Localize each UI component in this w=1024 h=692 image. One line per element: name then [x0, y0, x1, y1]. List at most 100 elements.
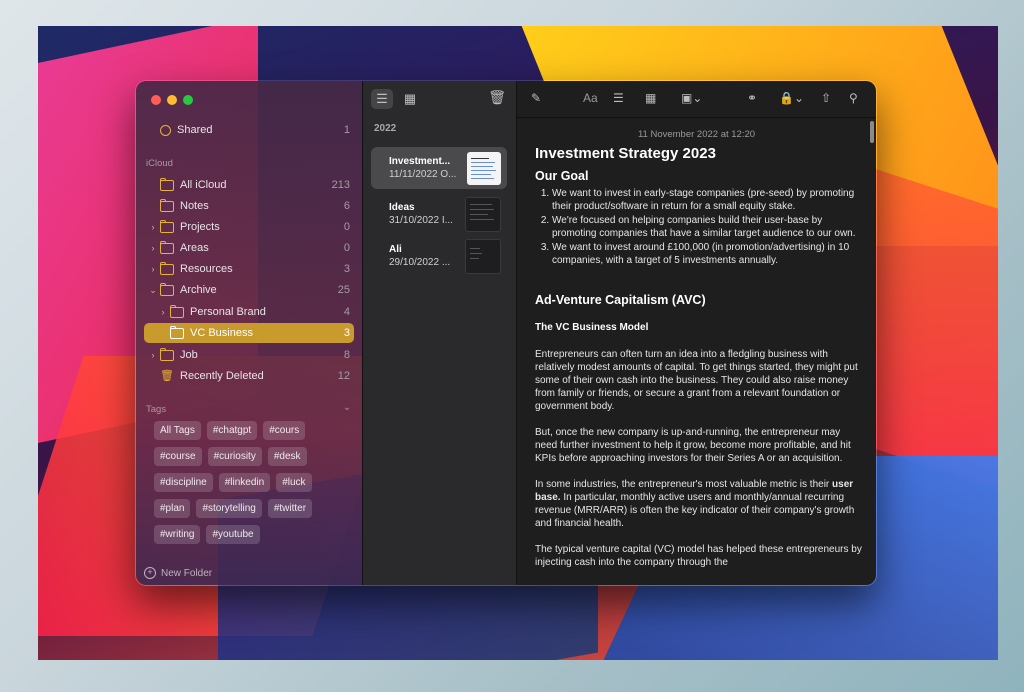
- note-meta: 29/10/2022 ...: [389, 257, 451, 268]
- sidebar-item-label: Notes: [180, 200, 209, 212]
- folder-icon: [170, 325, 184, 339]
- chevron-right-icon[interactable]: ›: [158, 307, 168, 317]
- note-title: Ideas: [389, 202, 415, 213]
- note-content[interactable]: Investment Strategy 2023 Our Goal We wan…: [535, 146, 862, 582]
- sidebar-item-count: 213: [331, 179, 350, 191]
- paragraph-text: In particular, monthly active users and …: [535, 492, 855, 529]
- chevron-right-icon[interactable]: ›: [148, 350, 158, 360]
- sidebar-item-label: All iCloud: [180, 179, 227, 191]
- tag-discipline[interactable]: #discipline: [154, 473, 213, 492]
- sidebar-item-areas[interactable]: › Areas 0: [144, 238, 354, 258]
- sidebar-item-count: 3: [343, 327, 350, 339]
- chevron-right-icon[interactable]: ›: [148, 264, 158, 274]
- tag-cours[interactable]: #cours: [263, 421, 306, 440]
- folder-icon: [160, 240, 174, 254]
- note-title: Ali: [389, 244, 402, 255]
- tag-course[interactable]: #course: [154, 447, 202, 466]
- sidebar-item-count: 6: [343, 200, 350, 212]
- goal-list: We want to invest in early-stage compani…: [535, 187, 862, 267]
- tag-luck[interactable]: #luck: [276, 473, 312, 492]
- sidebar-item-all-icloud[interactable]: All iCloud 213: [144, 175, 354, 195]
- minimize-button[interactable]: [167, 95, 177, 105]
- table-icon[interactable]: ▦: [645, 91, 656, 105]
- sidebar-item-label: Archive: [180, 284, 217, 296]
- tag-chatgpt[interactable]: #chatgpt: [206, 421, 258, 440]
- sidebar-item-count: 1: [343, 124, 350, 136]
- tag-storytelling[interactable]: #storytelling: [196, 499, 262, 518]
- sidebar-item-recently-deleted[interactable]: 🗑 Recently Deleted 12: [144, 366, 354, 386]
- tag-twitter[interactable]: #twitter: [267, 499, 313, 518]
- sidebar-item-label: VC Business: [190, 327, 253, 339]
- close-button[interactable]: [151, 95, 161, 105]
- sidebar-item-count: 25: [337, 284, 350, 296]
- chevron-right-icon[interactable]: ›: [148, 222, 158, 232]
- editor-toolbar: ✎ Aa ☰ ▦ ▣⌄ ⚭ 🔒⌄ ⇧ ⚲: [517, 81, 876, 118]
- tag-list: All Tags #chatgpt #cours #course #curios…: [154, 421, 354, 544]
- sidebar-item-projects[interactable]: › Projects 0: [144, 217, 354, 237]
- shared-icon: [160, 124, 171, 136]
- note-item[interactable]: Investment... 11/11/2022 O...: [371, 147, 507, 189]
- collaborate-icon[interactable]: ⚭: [747, 91, 757, 105]
- zoom-button[interactable]: [183, 95, 193, 105]
- new-folder-label: New Folder: [161, 567, 213, 579]
- sidebar-item-label: Projects: [180, 221, 220, 233]
- sidebar-item-archive[interactable]: ⌄ Archive 25: [144, 280, 354, 300]
- section-header-icloud: iCloud: [146, 158, 173, 169]
- tag-plan[interactable]: #plan: [154, 499, 191, 518]
- compose-icon[interactable]: ✎: [531, 91, 541, 105]
- paragraph: In some industries, the entrepreneur's m…: [535, 478, 862, 530]
- folder-icon: [160, 219, 174, 233]
- paragraph: Entrepreneurs can often turn an idea int…: [535, 349, 858, 412]
- sidebar-item-label: Job: [180, 349, 198, 361]
- gallery-view-icon[interactable]: ▦: [399, 89, 421, 109]
- sidebar-item-notes[interactable]: Notes 6: [144, 196, 354, 216]
- sidebar-item-label: Resources: [180, 263, 233, 275]
- year-group-header: 2022: [374, 123, 397, 134]
- note-thumbnail: [465, 196, 501, 232]
- note-editor: ✎ Aa ☰ ▦ ▣⌄ ⚭ 🔒⌄ ⇧ ⚲ 11 November 2022 at…: [517, 81, 876, 585]
- note-item[interactable]: Ideas 31/10/2022 I...: [371, 193, 507, 235]
- media-icon[interactable]: ▣⌄: [681, 91, 702, 105]
- note-thumbnail: [467, 151, 501, 185]
- paragraph-text: In some industries, the entrepreneur's m…: [535, 479, 833, 490]
- note-thumbnail: [465, 238, 501, 274]
- delete-note-icon[interactable]: 🗑: [488, 89, 506, 106]
- list-view-icon[interactable]: ☰: [371, 89, 393, 109]
- sidebar-item-count: 0: [343, 242, 350, 254]
- tag-curiosity[interactable]: #curiosity: [207, 447, 262, 466]
- share-icon[interactable]: ⇧: [821, 91, 831, 105]
- chevron-down-icon[interactable]: ⌄: [343, 402, 351, 413]
- note-meta: 31/10/2022 I...: [389, 215, 453, 226]
- note-list-pane: ☰ ▦ 🗑 2022 Investment... 11/11/2022 O...…: [362, 81, 517, 585]
- tag-linkedin[interactable]: #linkedin: [218, 473, 271, 492]
- sidebar-item-label: Recently Deleted: [180, 370, 264, 382]
- format-button[interactable]: Aa: [583, 91, 598, 105]
- sidebar-item-vc-business[interactable]: VC Business 3: [144, 323, 354, 343]
- sidebar-item-resources[interactable]: › Resources 3: [144, 259, 354, 279]
- note-item[interactable]: Ali 29/10/2022 ...: [371, 235, 507, 277]
- goal-item: We want to invest around £100,000 (in pr…: [552, 241, 862, 267]
- new-folder-button[interactable]: + New Folder: [144, 567, 212, 579]
- sidebar-item-job[interactable]: › Job 8: [144, 345, 354, 365]
- tag-youtube[interactable]: #youtube: [206, 525, 260, 544]
- sidebar: Shared 1 iCloud All iCloud 213 Notes 6 ›…: [136, 81, 362, 585]
- sidebar-item-shared[interactable]: Shared 1: [144, 120, 354, 140]
- chevron-down-icon[interactable]: ⌄: [148, 285, 158, 296]
- notes-window: Shared 1 iCloud All iCloud 213 Notes 6 ›…: [135, 80, 877, 586]
- heading-avc: Ad-Venture Capitalism (AVC): [535, 293, 706, 307]
- lock-icon[interactable]: 🔒⌄: [779, 91, 804, 105]
- checklist-icon[interactable]: ☰: [613, 91, 624, 105]
- search-icon[interactable]: ⚲: [849, 91, 858, 105]
- tag-all-tags[interactable]: All Tags: [154, 421, 201, 440]
- sidebar-item-personal-brand[interactable]: › Personal Brand 4: [144, 302, 354, 322]
- paragraph: The typical venture capital (VC) model h…: [535, 544, 862, 568]
- tag-desk[interactable]: #desk: [267, 447, 307, 466]
- tag-writing[interactable]: #writing: [154, 525, 201, 544]
- note-title: Investment...: [389, 156, 451, 167]
- goal-item: We're focused on helping companies build…: [552, 214, 862, 240]
- chevron-right-icon[interactable]: ›: [148, 243, 158, 253]
- sidebar-item-label: Shared: [177, 124, 213, 136]
- sidebar-item-count: 3: [343, 263, 350, 275]
- folder-icon: [160, 198, 174, 212]
- list-toolbar: ☰ ▦ 🗑: [363, 81, 516, 117]
